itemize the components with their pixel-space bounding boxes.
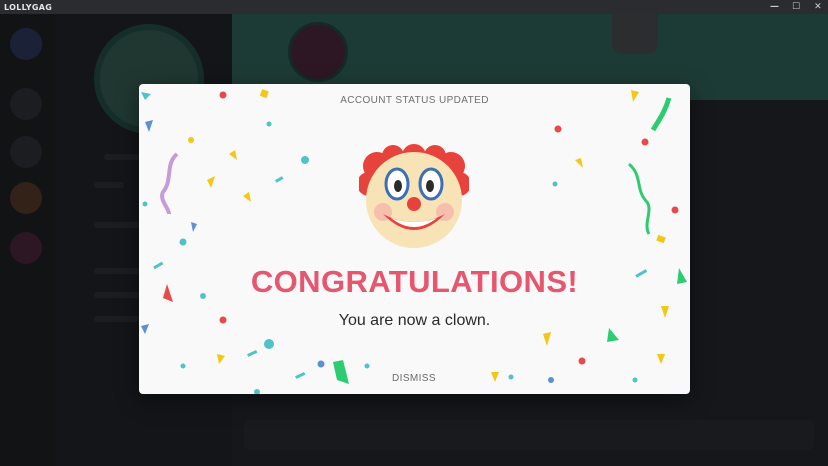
maximize-icon[interactable]: ☐ [792, 0, 800, 14]
window-controls: — ☐ ✕ [770, 0, 822, 14]
minimize-icon[interactable]: — [770, 0, 779, 14]
modal-header: ACCOUNT STATUS UPDATED [340, 95, 489, 106]
dismiss-button[interactable]: DISMISS [364, 368, 464, 388]
window-titlebar: LOLLYGAG — ☐ ✕ [0, 0, 828, 14]
status-modal: ACCOUNT STATUS UPDATED CONGRATULATIONS! … [139, 84, 690, 394]
status-message: You are now a clown. [338, 312, 491, 329]
window-title: LOLLYGAG [4, 2, 53, 12]
close-icon[interactable]: ✕ [814, 0, 822, 14]
clown-face-icon [359, 144, 469, 248]
congratulations-headline: CONGRATULATIONS! [250, 264, 579, 299]
